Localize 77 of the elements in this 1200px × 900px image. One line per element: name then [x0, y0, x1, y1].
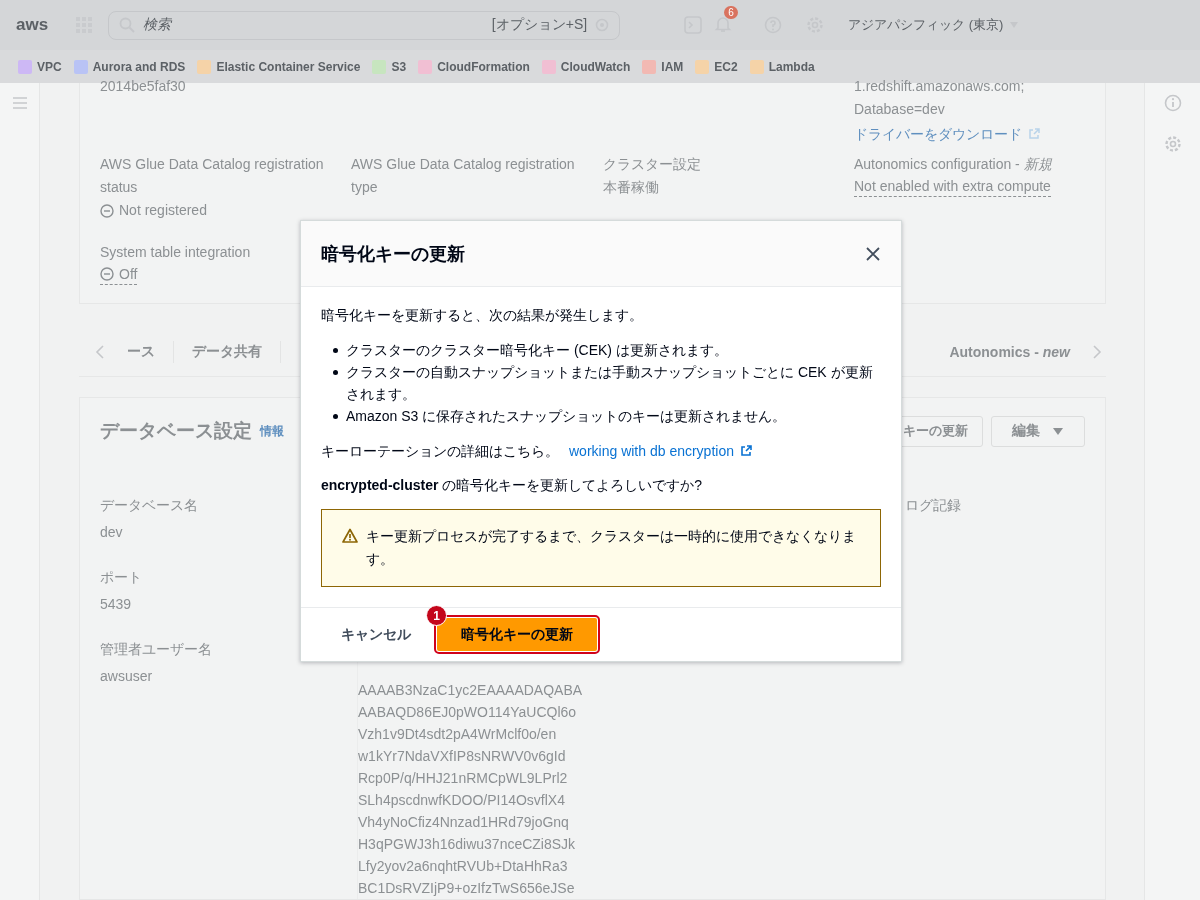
field-value: 本番稼働	[603, 178, 659, 197]
status-value: Not registered	[100, 199, 207, 222]
favorite-link[interactable]: IAM	[642, 59, 684, 74]
search-placeholder: 検索	[143, 16, 173, 34]
key-text: Vzh1v9Dt4sdt2pA4WrMclf0o/en	[358, 725, 558, 744]
logo[interactable]: aws	[16, 15, 49, 35]
status-value: Off	[100, 264, 138, 285]
info-icon[interactable]	[1163, 94, 1182, 112]
section-title: データベース設定	[100, 419, 252, 443]
field-label: データベース名	[100, 496, 198, 515]
tab[interactable]: Autonomics - new	[931, 340, 1088, 363]
field-value: awsuser	[100, 667, 153, 686]
field-value: 1.redshift.amazonaws.com;	[854, 77, 1025, 96]
dialog-title: 暗号化キーの更新	[321, 242, 465, 266]
dialog-text: encrypted-cluster の暗号化キーを更新してよろしいですか?	[321, 476, 704, 495]
bullet-icon	[333, 348, 338, 353]
region-selector[interactable]: アジアパシフィック (東京)	[848, 16, 1020, 34]
minus-circle-icon	[100, 203, 114, 218]
favorite-link[interactable]: EC2	[695, 59, 738, 74]
key-text: Vh4yNoCfiz4Nnzad1HRd79joGnq	[358, 813, 570, 832]
chevron-right-icon[interactable]	[1092, 344, 1102, 359]
favorite-link[interactable]: Lambda	[749, 59, 815, 74]
list-item-text: Amazon S3 に保存されたスナップショットのキーは更新されません。	[346, 407, 787, 426]
field-label: AWS Glue Data Catalog registration status	[100, 155, 325, 197]
action-button[interactable]: 編集	[991, 415, 1085, 447]
field-label: ログ記録	[905, 496, 961, 515]
bell-icon[interactable]	[714, 14, 733, 33]
key-text: w1kYr7NdaVXfIP8sNRWV0v6gId	[358, 747, 567, 766]
external-link-icon	[740, 445, 752, 457]
external-link-icon	[1028, 128, 1040, 140]
dialog-text: 暗号化キーを更新すると、次の結果が発生します。	[321, 306, 644, 325]
field-value: Database=dev	[854, 100, 945, 119]
shortcut-hint: [オプション+S]	[491, 16, 588, 34]
field-value: Not enabled with extra compute	[854, 176, 1051, 197]
step-badge: 1	[426, 605, 447, 626]
cancel-button[interactable]: キャンセル	[331, 625, 421, 644]
close-icon[interactable]	[866, 246, 880, 261]
key-text: Lfy2yov2a6nqhtRVUb+DtaHhRa3	[358, 857, 569, 876]
list-item-text: クラスターのクラスター暗号化キー (CEK) は更新されます。	[346, 341, 728, 360]
favorite-link[interactable]: Aurora and RDS	[73, 59, 186, 74]
tab[interactable]: ース	[109, 340, 174, 363]
field-label: Autonomics configuration - 新規	[854, 155, 1052, 174]
key-text: AAAAB3NzaC1yc2EAAAADAQABA	[358, 681, 584, 700]
key-text: H3qPGWJ3h16diwu37nceCZi8SJk	[358, 835, 577, 854]
warning-text: キー更新プロセスが完了するまで、クラスターは一時的に使用できなくなります。	[366, 527, 857, 569]
menu-icon[interactable]	[11, 96, 28, 110]
favorite-link[interactable]: S3	[372, 59, 407, 74]
field-value: 2014be5faf30	[100, 77, 186, 96]
tab[interactable]: データ共有	[174, 340, 281, 363]
list-item-text: クラスターの自動スナップショットまたは手動スナップショットごとに CEK が更新されます。	[346, 363, 874, 404]
bullet-icon	[333, 414, 338, 419]
field-label: AWS Glue Data Catalog registration type	[351, 155, 576, 197]
favorite-link[interactable]: CloudWatch	[541, 59, 631, 74]
key-text: AABAQD86EJ0pWO114YaUCQl6o	[358, 703, 578, 722]
minus-circle-icon	[100, 267, 114, 281]
key-text: Rcp0P/q/HHJ21nRMCpWL9LPrl2	[358, 769, 569, 788]
warning-icon	[342, 528, 358, 543]
dialog-text: キーローテーションの詳細はこちら。	[321, 442, 559, 461]
favorite-link[interactable]: Elastic Container Service	[197, 59, 361, 74]
chevron-left-icon[interactable]	[95, 344, 105, 359]
settings-icon[interactable]	[1163, 135, 1182, 153]
search-field[interactable]: 検索 [オプション+S]	[108, 10, 621, 40]
field-label: System table integration	[100, 243, 251, 262]
favorite-link[interactable]: VPC	[18, 59, 62, 74]
field-label: ポート	[100, 568, 142, 587]
key-text: SLh4pscdnwfKDOO/PI14OsvflX4	[358, 791, 566, 810]
notification-badge: 6	[724, 5, 738, 19]
field-label: 管理者ユーザー名	[100, 640, 212, 659]
documentation-link[interactable]: working with db encryption	[569, 441, 752, 461]
field-label: クラスター設定	[603, 155, 701, 174]
bullet-icon	[333, 370, 338, 375]
info-link[interactable]: 情報	[260, 422, 284, 440]
favorite-link[interactable]: CloudFormation	[418, 59, 530, 74]
field-value: dev	[100, 523, 123, 542]
field-value: 5439	[100, 595, 132, 614]
key-text: BC1DsRVZIjP9+ozIfzTwS656eJSe	[358, 879, 576, 898]
download-link[interactable]: ドライバーをダウンロード	[854, 121, 1040, 147]
